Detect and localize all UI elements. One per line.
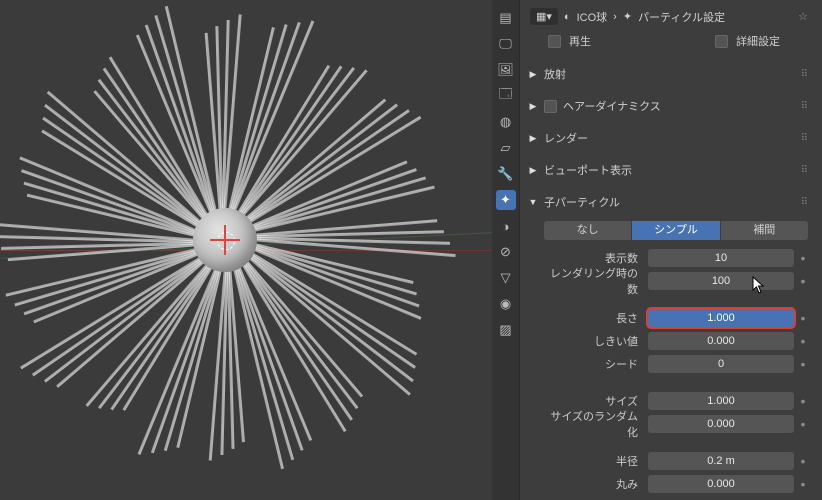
size-field[interactable]: 1.000 bbox=[648, 392, 794, 410]
chevron-right-icon: › bbox=[613, 11, 617, 23]
physics-tab[interactable]: ◑ bbox=[496, 216, 516, 236]
render-amount-label: レンダリング時の数 bbox=[544, 265, 644, 297]
children-body: なし シンプル 補間 表示数10• レンダリング時の数100• 長さ1.000•… bbox=[524, 217, 814, 497]
roundness-field[interactable]: 0.000 bbox=[648, 475, 794, 493]
properties-tabs: ▤ 🖵 🖼 🗔 ◍ ▱ 🔧 ✦ ◑ ⊘ ▽ ◉ ▨ bbox=[492, 0, 520, 500]
anim-dot-icon[interactable]: • bbox=[798, 479, 808, 489]
anim-dot-icon[interactable]: • bbox=[798, 276, 808, 286]
mode-chip[interactable]: ▦▾ bbox=[530, 8, 558, 25]
threshold-field[interactable]: 0.000 bbox=[648, 332, 794, 350]
properties-panel: ▤ 🖵 🖼 🗔 ◍ ▱ 🔧 ✦ ◑ ⊘ ▽ ◉ ▨ ▦▾ ◐ ICO球 › ✦ パーティクル設定 ☆ 再… bbox=[492, 0, 822, 500]
replay-checkbox[interactable] bbox=[548, 35, 561, 48]
display-amount-field[interactable]: 10 bbox=[648, 249, 794, 267]
pin-icon[interactable]: ☆ bbox=[798, 10, 808, 23]
object-tab[interactable]: ▱ bbox=[496, 138, 516, 158]
section-viewport-label: ビューポート表示 bbox=[544, 162, 632, 178]
section-hair-dynamics-label: ヘアーダイナミクス bbox=[563, 98, 661, 114]
drag-dots-icon[interactable]: ⠿ bbox=[801, 197, 810, 208]
threshold-label: しきい値 bbox=[544, 333, 644, 349]
section-children-label: 子パーティクル bbox=[544, 194, 620, 210]
section-render-label: レンダー bbox=[544, 130, 588, 146]
triangle-right-icon: ▶ bbox=[528, 69, 538, 80]
drag-dots-icon[interactable]: ⠿ bbox=[801, 133, 810, 144]
seed-field[interactable]: 0 bbox=[648, 355, 794, 373]
scene-tab[interactable]: 🗔 bbox=[496, 86, 516, 106]
constraint-tab[interactable]: ⊘ bbox=[496, 242, 516, 262]
section-viewport[interactable]: ▶ ビューポート表示 ⠿ bbox=[524, 157, 814, 183]
render-amount-field[interactable]: 100 bbox=[648, 272, 794, 290]
world-tab[interactable]: ◍ bbox=[496, 112, 516, 132]
uvsphere-icon: ◐ bbox=[564, 11, 571, 23]
particle-icon: ✦ bbox=[623, 10, 632, 23]
children-type-none[interactable]: なし bbox=[544, 221, 632, 240]
hair-dynamics-checkbox[interactable] bbox=[544, 100, 557, 113]
triangle-down-icon: ▼ bbox=[528, 197, 538, 207]
anim-dot-icon[interactable]: • bbox=[798, 253, 808, 263]
roundness-label: 丸み bbox=[544, 476, 644, 492]
replay-label: 再生 bbox=[569, 33, 591, 49]
render-tab[interactable]: ▤ bbox=[496, 8, 516, 28]
drag-dots-icon[interactable]: ⠿ bbox=[801, 165, 810, 176]
particles-tab[interactable]: ✦ bbox=[496, 190, 516, 210]
breadcrumb-particles[interactable]: パーティクル設定 bbox=[638, 9, 725, 25]
output-tab[interactable]: 🖵 bbox=[496, 34, 516, 54]
breadcrumb-object[interactable]: ICO球 bbox=[577, 9, 608, 25]
size-label: サイズ bbox=[544, 393, 644, 409]
breadcrumb: ▦▾ ◐ ICO球 › ✦ パーティクル設定 ☆ bbox=[524, 4, 814, 29]
radius-field[interactable]: 0.2 m bbox=[648, 452, 794, 470]
display-amount-label: 表示数 bbox=[544, 250, 644, 266]
anim-dot-icon[interactable]: • bbox=[798, 396, 808, 406]
viewlayer-tab[interactable]: 🖼 bbox=[496, 60, 516, 80]
cursor-3d bbox=[214, 229, 236, 251]
size-random-field[interactable]: 0.000 bbox=[648, 415, 794, 433]
section-hair-dynamics[interactable]: ▶ ヘアーダイナミクス ⠿ bbox=[524, 93, 814, 119]
drag-dots-icon[interactable]: ⠿ bbox=[801, 101, 810, 112]
anim-dot-icon[interactable]: • bbox=[798, 419, 808, 429]
children-type-segmented: なし シンプル 補間 bbox=[544, 221, 808, 240]
anim-dot-icon[interactable]: • bbox=[798, 336, 808, 346]
section-render[interactable]: ▶ レンダー ⠿ bbox=[524, 125, 814, 151]
section-emission[interactable]: ▶ 放射 ⠿ bbox=[524, 61, 814, 87]
properties-area: ▦▾ ◐ ICO球 › ✦ パーティクル設定 ☆ 再生 詳細設定 ▶ 放射 ⠿ … bbox=[520, 0, 822, 500]
triangle-right-icon: ▶ bbox=[528, 133, 538, 144]
length-label: 長さ bbox=[544, 310, 644, 326]
section-children[interactable]: ▼ 子パーティクル ⠿ bbox=[524, 189, 814, 215]
drag-dots-icon[interactable]: ⠿ bbox=[801, 69, 810, 80]
length-field[interactable]: 1.000 bbox=[648, 309, 794, 327]
modifier-tab[interactable]: 🔧 bbox=[496, 164, 516, 184]
material-tab[interactable]: ◉ bbox=[496, 294, 516, 314]
children-type-simple[interactable]: シンプル bbox=[632, 221, 720, 240]
advanced-label: 詳細設定 bbox=[736, 33, 780, 49]
seed-label: シード bbox=[544, 356, 644, 372]
triangle-right-icon: ▶ bbox=[528, 165, 538, 176]
anim-dot-icon[interactable]: • bbox=[798, 456, 808, 466]
children-type-interpolated[interactable]: 補間 bbox=[721, 221, 808, 240]
anim-dot-icon[interactable]: • bbox=[798, 359, 808, 369]
texture-tab[interactable]: ▨ bbox=[496, 320, 516, 340]
size-random-label: サイズのランダム化 bbox=[544, 408, 644, 440]
anim-dot-icon[interactable]: • bbox=[798, 313, 808, 323]
radius-label: 半径 bbox=[544, 453, 644, 469]
section-emission-label: 放射 bbox=[544, 66, 566, 82]
data-tab[interactable]: ▽ bbox=[496, 268, 516, 288]
advanced-checkbox[interactable] bbox=[715, 35, 728, 48]
viewport-3d[interactable] bbox=[0, 0, 492, 500]
triangle-right-icon: ▶ bbox=[528, 101, 538, 112]
